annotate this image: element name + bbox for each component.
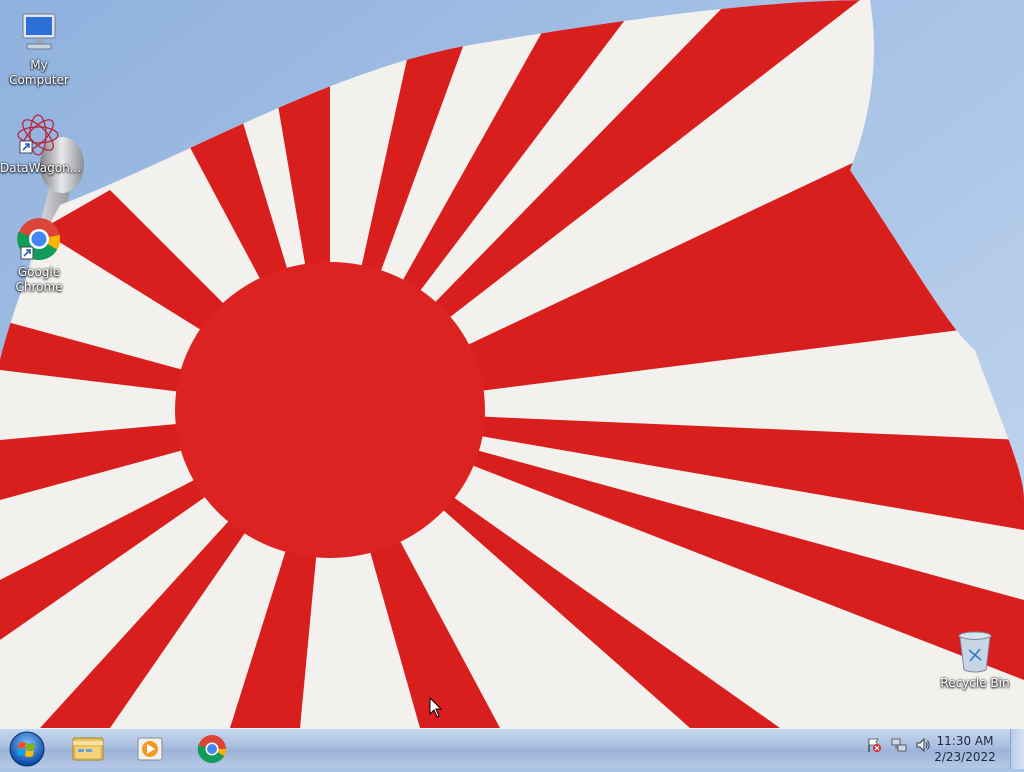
recycle-bin-icon bbox=[955, 630, 995, 674]
windows-orb-icon bbox=[9, 731, 45, 767]
taskbar-media-player-button[interactable] bbox=[124, 731, 176, 767]
start-button[interactable] bbox=[6, 730, 48, 768]
taskbar-chrome-button[interactable] bbox=[186, 731, 238, 767]
chrome-icon bbox=[15, 215, 63, 263]
network-icon[interactable] bbox=[891, 737, 907, 753]
desktop-icon-google-chrome[interactable]: Google Chrome bbox=[1, 215, 77, 295]
show-desktop-button[interactable] bbox=[1010, 729, 1024, 769]
volume-icon[interactable] bbox=[915, 737, 931, 753]
desktop-icon-label: DataWagon... bbox=[0, 161, 82, 175]
taskbar: 11:30 AM 2/23/2022 bbox=[0, 728, 1024, 769]
desktop-icon-my-computer[interactable]: My Computer bbox=[1, 8, 77, 88]
media-player-icon bbox=[137, 737, 163, 761]
chrome-icon bbox=[197, 735, 226, 763]
desktop-wallpaper bbox=[0, 0, 1024, 728]
desktop-icon-label: Google Chrome bbox=[15, 265, 63, 294]
file-explorer-icon bbox=[72, 737, 104, 761]
desktop-icon-label: Recycle Bin bbox=[940, 676, 1010, 690]
clock-date: 2/23/2022 bbox=[934, 750, 996, 764]
system-clock[interactable]: 11:30 AM 2/23/2022 bbox=[930, 733, 1000, 765]
computer-icon bbox=[15, 8, 63, 56]
desktop-icon-recycle-bin[interactable]: Recycle Bin bbox=[937, 630, 1013, 691]
clock-time: 11:30 AM bbox=[936, 734, 994, 748]
desktop-icon-label: My Computer bbox=[9, 58, 69, 87]
mouse-cursor-icon bbox=[429, 697, 443, 718]
action-center-flag-icon[interactable] bbox=[866, 737, 882, 753]
desktop-icon-datawagon[interactable]: DataWagon... bbox=[0, 111, 82, 176]
datawagon-icon bbox=[14, 111, 62, 159]
taskbar-file-explorer-button[interactable] bbox=[62, 731, 114, 767]
